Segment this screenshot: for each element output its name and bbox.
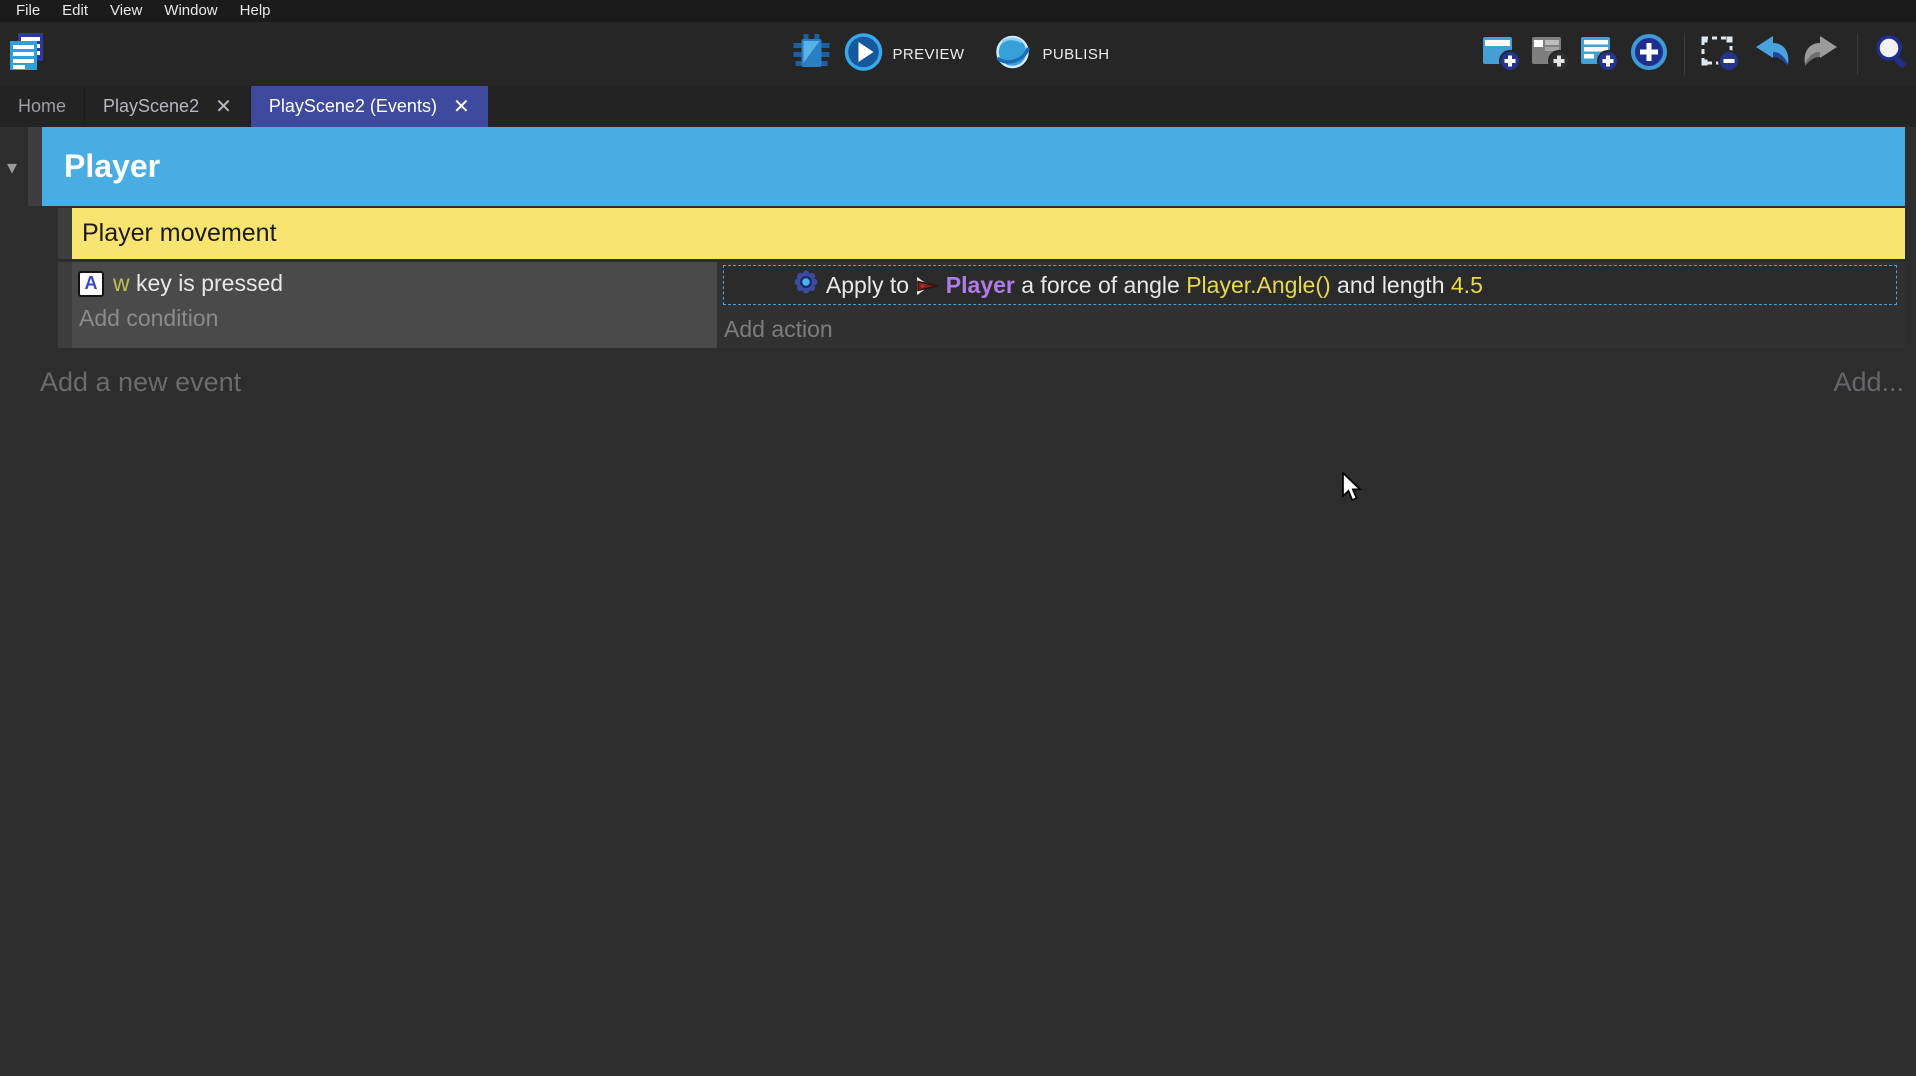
add-comment-icon [1579, 32, 1619, 77]
group-title: Player [64, 148, 160, 185]
undo-icon [1750, 31, 1792, 78]
toolbar-separator [1684, 33, 1685, 75]
keyboard-key-icon: A [78, 271, 104, 297]
mouse-cursor [1340, 472, 1364, 509]
remove-selection-button[interactable] [1699, 31, 1741, 78]
project-manager-icon [8, 31, 46, 78]
action-mid1: a force of angle [1015, 272, 1186, 298]
event-drag-handle[interactable] [58, 262, 72, 348]
tab-label: Home [18, 96, 66, 117]
comment-drag-handle[interactable] [58, 208, 72, 259]
add-more-button[interactable]: Add... [1833, 367, 1904, 398]
condition-text: w key is pressed [113, 270, 283, 297]
menubar: File Edit View Window Help [0, 0, 1916, 22]
condition-row[interactable]: A w key is pressed [72, 262, 717, 297]
add-new-event-button[interactable]: Add a new event [40, 367, 241, 398]
close-icon[interactable]: ✕ [453, 97, 470, 117]
search-button[interactable] [1872, 32, 1912, 77]
publish-label: PUBLISH [1042, 46, 1109, 63]
menu-edit[interactable]: Edit [51, 0, 99, 22]
action-object-name: Player [946, 272, 1015, 298]
actions-column: Apply to Player a force of angle Player.… [717, 262, 1905, 348]
preview-label: PREVIEW [893, 46, 965, 63]
tab-playscene2[interactable]: PlayScene2 ✕ [85, 86, 251, 127]
debugger-icon [791, 31, 833, 78]
add-action-button[interactable]: Add action [717, 306, 833, 343]
comment-text: Player movement [82, 219, 277, 248]
remove-selection-icon [1699, 31, 1741, 78]
add-subevent-button[interactable] [1530, 32, 1570, 77]
menu-file[interactable]: File [5, 0, 51, 22]
condition-key-name: w [113, 270, 130, 296]
tab-label: PlayScene2 (Events) [269, 96, 437, 117]
menu-view[interactable]: View [99, 0, 153, 22]
search-icon [1872, 32, 1912, 77]
action-expression: Player.Angle() [1186, 272, 1330, 298]
comment-row[interactable]: Player movement [72, 208, 1905, 259]
events-sheet: ▾ Player Player movement A w key is pres… [0, 127, 1916, 1076]
menu-help[interactable]: Help [229, 0, 282, 22]
toolbar-right [1481, 22, 1912, 86]
add-other-button[interactable] [1628, 31, 1670, 78]
gdevelop-window: File Edit View Window Help [0, 0, 1916, 1076]
add-comment-button[interactable] [1579, 32, 1619, 77]
chevron-down-icon[interactable]: ▾ [7, 155, 17, 180]
action-row-selected[interactable]: Apply to Player a force of angle Player.… [723, 265, 1897, 305]
publish-globe-icon [990, 30, 1034, 79]
toolbar-separator [1857, 33, 1858, 75]
action-prefix: Apply to [826, 272, 916, 298]
player-object-icon [915, 272, 939, 298]
event-group-header[interactable]: Player [42, 127, 1905, 206]
add-event-icon [1481, 32, 1521, 77]
action-mid2: and length [1331, 272, 1451, 298]
menu-window[interactable]: Window [153, 0, 228, 22]
tabbar: Home PlayScene2 ✕ PlayScene2 (Events) ✕ [0, 86, 1916, 127]
preview-button[interactable]: PREVIEW [843, 31, 981, 78]
project-manager-button[interactable] [8, 33, 46, 75]
condition-suffix: key is pressed [130, 270, 283, 296]
tab-playscene2-events[interactable]: PlayScene2 (Events) ✕ [251, 86, 488, 127]
close-icon[interactable]: ✕ [215, 97, 232, 117]
debugger-button[interactable] [791, 31, 833, 78]
preview-play-icon [843, 31, 885, 78]
add-event-button[interactable] [1481, 32, 1521, 77]
add-circle-icon [1628, 31, 1670, 78]
redo-icon [1801, 31, 1843, 78]
conditions-column: A w key is pressed Add condition [72, 262, 717, 348]
toolbar: PREVIEW PUBLISH [0, 22, 1916, 86]
redo-button[interactable] [1801, 31, 1843, 78]
tab-home[interactable]: Home [0, 86, 85, 127]
toolbar-center: PREVIEW PUBLISH [791, 22, 1126, 86]
undo-button[interactable] [1750, 31, 1792, 78]
group-drag-handle[interactable] [28, 127, 42, 206]
add-condition-button[interactable]: Add condition [72, 297, 717, 332]
action-text: Apply to Player a force of angle Player.… [826, 272, 1483, 299]
tab-label: PlayScene2 [103, 96, 199, 117]
publish-button[interactable]: PUBLISH [990, 30, 1125, 79]
action-value: 4.5 [1451, 272, 1483, 298]
add-subevent-icon [1530, 32, 1570, 77]
